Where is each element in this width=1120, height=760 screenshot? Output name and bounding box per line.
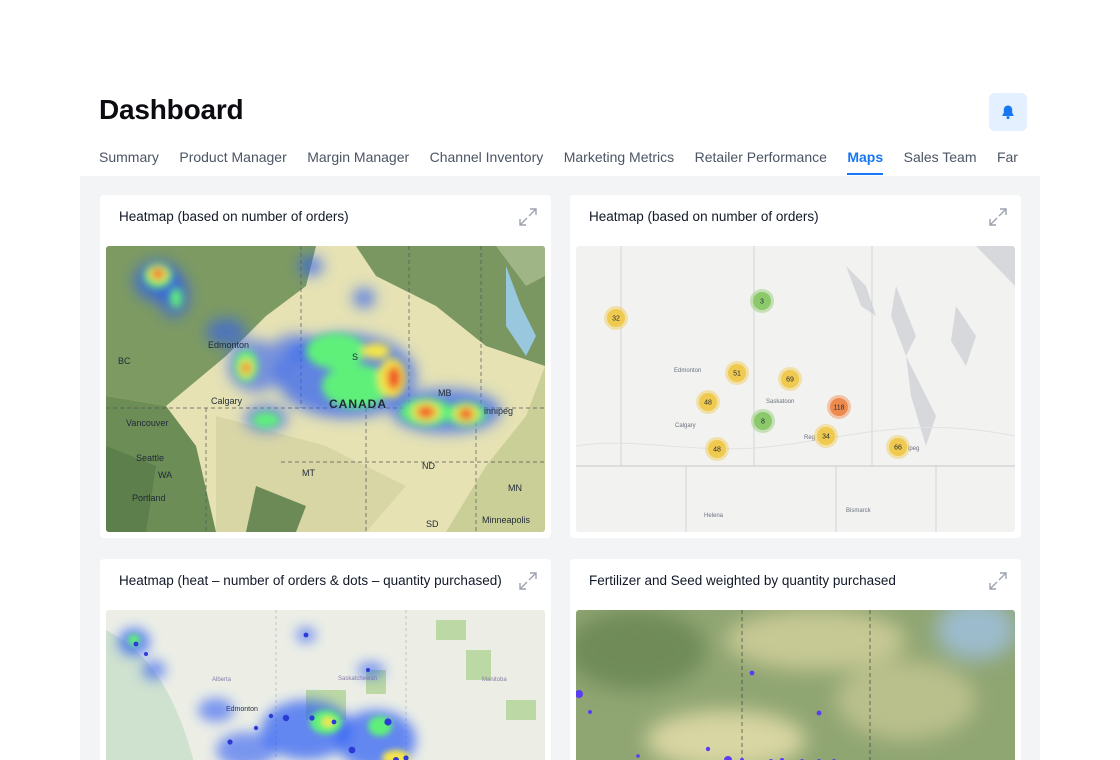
cluster-marker[interactable]: 8: [751, 409, 775, 433]
map-label-s: S: [352, 352, 358, 362]
cluster-count: 48: [713, 447, 721, 454]
tab-marketing-metrics[interactable]: Marketing Metrics: [564, 140, 674, 173]
tab-summary[interactable]: Summary: [99, 140, 159, 173]
map-label-calgary: Calgary: [211, 396, 243, 406]
cluster-marker[interactable]: 118: [827, 395, 851, 419]
map-label-vancouver: Vancouver: [126, 418, 168, 428]
map-label-wa: WA: [158, 470, 172, 480]
cluster-count: 3: [760, 299, 764, 306]
card-title: Fertilizer and Seed weighted by quantity…: [589, 573, 896, 588]
heatmap-orders-card: Heatmap (based on number of orders) Edmo…: [100, 195, 551, 538]
tab-sales-team[interactable]: Sales Team: [904, 140, 977, 173]
cluster-marker[interactable]: 69: [778, 367, 802, 391]
map-label-edmonton: Edmonton: [208, 340, 249, 350]
fertilizer-seed-map[interactable]: [576, 610, 1015, 760]
tab-maps[interactable]: Maps: [847, 140, 884, 175]
tab-bar: Summary Product Manager Margin Manager C…: [99, 140, 1041, 176]
map-label-seattle: Seattle: [136, 453, 164, 463]
map-label-canada: CANADA: [329, 397, 387, 411]
tab-far[interactable]: Far: [997, 140, 1018, 173]
cluster-marker[interactable]: 48: [696, 390, 720, 414]
cluster-marker[interactable]: 3: [750, 289, 774, 313]
map-label-sd: SD: [426, 519, 439, 529]
expand-icon[interactable]: [517, 570, 539, 592]
tab-channel-inventory[interactable]: Channel Inventory: [430, 140, 544, 173]
cluster-count: 51: [733, 371, 741, 378]
cluster-count: 66: [894, 445, 902, 452]
cluster-count: 8: [761, 419, 765, 426]
card-title: Heatmap (based on number of orders): [119, 209, 349, 224]
cluster-marker[interactable]: 34: [814, 424, 838, 448]
map-label-helena: Helena: [704, 513, 724, 519]
map-label-bc: BC: [118, 356, 131, 366]
map-label-portland: Portland: [132, 493, 166, 503]
map-label-calgary: Calgary: [675, 423, 696, 429]
maps-content: Heatmap (based on number of orders) Edmo…: [80, 176, 1040, 760]
card-title: Heatmap (based on number of orders): [589, 209, 819, 224]
cluster-marker[interactable]: 66: [886, 435, 910, 459]
cluster-count: 118: [833, 405, 844, 412]
cluster-orders-card: Heatmap (based on number of orders) Edmo…: [570, 195, 1021, 538]
expand-icon[interactable]: [987, 206, 1009, 228]
map-label-manitoba: Manitoba: [482, 677, 507, 683]
fertilizer-seed-card: Fertilizer and Seed weighted by quantity…: [570, 559, 1021, 760]
cluster-count: 48: [704, 400, 712, 407]
cluster-count: 32: [612, 316, 620, 323]
cluster-marker[interactable]: 32: [604, 306, 628, 330]
tab-product-manager[interactable]: Product Manager: [179, 140, 286, 173]
page-title: Dashboard: [99, 94, 244, 125]
cluster-count: 69: [786, 377, 794, 384]
map-label-mb: MB: [438, 388, 452, 398]
map-label-minneapolis: Minneapolis: [482, 515, 531, 525]
cluster-count: 34: [822, 434, 830, 441]
cluster-marker[interactable]: 48: [705, 437, 729, 461]
notifications-button[interactable]: [989, 93, 1027, 131]
cluster-marker[interactable]: 51: [725, 361, 749, 385]
card-title: Heatmap (heat – number of orders & dots …: [119, 573, 502, 588]
map-label-winnipeg: innipeg: [484, 406, 513, 416]
map-label-bismarck: Bismarck: [846, 508, 872, 514]
bell-icon: [1002, 105, 1014, 120]
heat-dots-card: Heatmap (heat – number of orders & dots …: [100, 559, 551, 760]
expand-icon[interactable]: [517, 206, 539, 228]
map-label-mn: MN: [508, 483, 522, 493]
cluster-map[interactable]: Edmonton Saskatoon Calgary Reg ipeg Hele…: [576, 246, 1015, 532]
map-label-regina: Reg: [804, 435, 815, 441]
tab-retailer-performance[interactable]: Retailer Performance: [695, 140, 827, 173]
expand-icon[interactable]: [987, 570, 1009, 592]
tab-margin-manager[interactable]: Margin Manager: [307, 140, 409, 173]
heatmap-terrain-map[interactable]: Edmonton BC Calgary Vancouver S CANADA M…: [106, 246, 545, 532]
map-label-mt: MT: [302, 468, 315, 478]
heat-dots-map[interactable]: Alberta Saskatchewan Manitoba Edmonton: [106, 610, 545, 760]
map-label-saskatoon: Saskatoon: [766, 399, 794, 405]
map-label-edmonton: Edmonton: [674, 368, 701, 374]
map-label-nd: ND: [422, 461, 435, 471]
map-label-alberta: Alberta: [212, 677, 232, 683]
